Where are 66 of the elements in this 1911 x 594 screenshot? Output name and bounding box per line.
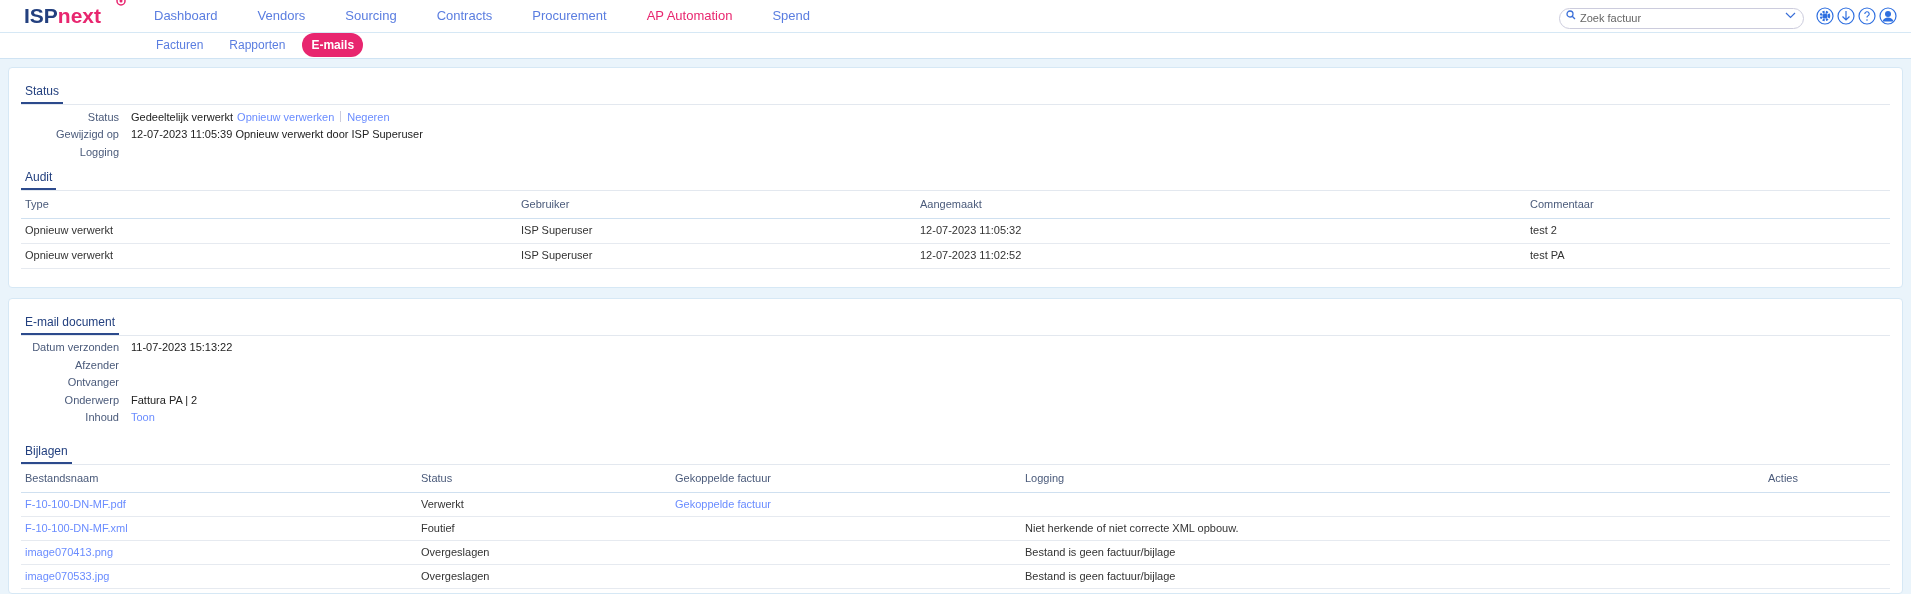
table-cell-text: test 2 bbox=[1529, 223, 1558, 239]
column-header: Logging bbox=[1024, 471, 1066, 487]
user-icon[interactable] bbox=[1879, 6, 1897, 25]
column-header: Status bbox=[420, 471, 454, 487]
nav-tab[interactable]: Vendors bbox=[257, 6, 306, 26]
table-cell-text: 12-07-2023 11:05:32 bbox=[919, 223, 1023, 239]
table-cell-text: Niet herkende of niet correcte XML opbouw. bbox=[1024, 522, 1240, 535]
field-label: Gewijzigd op bbox=[56, 127, 119, 142]
table-cell-text: ISP Superuser bbox=[520, 223, 594, 239]
table-cell-text: ISP Superuser bbox=[520, 248, 594, 264]
field-label: Inhoud bbox=[85, 410, 119, 425]
column-header: Aangemaakt bbox=[919, 196, 983, 212]
table-cell-text: Bestand is geen factuur/bijlage bbox=[1024, 546, 1177, 559]
action-link[interactable]: Opnieuw verwerken bbox=[237, 108, 335, 125]
nav-tab[interactable]: Contracts bbox=[436, 6, 493, 26]
field-label: Onderwerp bbox=[64, 392, 119, 408]
field-value: 12-07-2023 11:05:39 Opnieuw verwerkt door ISP Superuser bbox=[131, 127, 423, 142]
subnav-tab[interactable]: E-mails bbox=[302, 33, 364, 58]
invoice-link[interactable]: Gekoppelde factuur bbox=[671, 498, 775, 511]
table-cell-text: 12-07-2023 11:02:52 bbox=[919, 248, 1023, 264]
nav-tab[interactable]: Procurement bbox=[532, 6, 607, 26]
help-icon[interactable] bbox=[1858, 6, 1876, 25]
table-cell-text: Overgeslagen bbox=[420, 569, 491, 585]
subnav-tab[interactable]: Rapporten bbox=[220, 33, 295, 58]
table-cell-text: Opnieuw verwerkt bbox=[24, 223, 115, 239]
field-value: 11-07-2023 15:13:22 bbox=[131, 340, 233, 355]
search-icon bbox=[1566, 10, 1576, 21]
table-cell-text: Bestand is geen factuur/bijlage bbox=[1024, 570, 1177, 583]
chevron-down-icon bbox=[1785, 12, 1796, 20]
show-link[interactable]: Toon bbox=[131, 409, 155, 426]
nav-tab[interactable]: Dashboard bbox=[154, 6, 218, 26]
section-title: E-mail document bbox=[21, 312, 120, 335]
field-label: Datum verzonden bbox=[32, 340, 119, 355]
logo: ISPnext bbox=[24, 0, 154, 32]
column-header: Commentaar bbox=[1529, 196, 1595, 212]
column-header: Bestandsnaam bbox=[24, 471, 100, 487]
field-label: Ontvanger bbox=[67, 375, 119, 390]
file-link[interactable]: image070533.jpg bbox=[21, 568, 114, 585]
field-value: Gedeeltelijk verwerkt bbox=[131, 109, 234, 125]
download-icon[interactable] bbox=[1837, 6, 1855, 25]
search-field[interactable]: Zoek factuur bbox=[1559, 7, 1804, 29]
table-cell-text: test PA bbox=[1529, 248, 1566, 264]
nav-tab[interactable]: AP Automation bbox=[646, 6, 733, 26]
subnav-tab[interactable]: Facturen bbox=[147, 33, 213, 58]
column-header: Gekoppelde factuur bbox=[674, 471, 772, 487]
table-cell-text: Verwerkt bbox=[420, 497, 465, 513]
settings-icon[interactable] bbox=[1816, 6, 1834, 25]
column-header: Acties bbox=[1767, 471, 1799, 487]
field-label: Logging bbox=[79, 144, 119, 160]
column-header: Gebruiker bbox=[520, 196, 571, 212]
table-cell-text: Foutief bbox=[420, 521, 456, 537]
column-header: Type bbox=[24, 196, 50, 212]
field-label: Afzender bbox=[74, 357, 119, 373]
action-link[interactable]: Negeren bbox=[347, 108, 390, 125]
table-cell-text: Opnieuw verwerkt bbox=[24, 248, 115, 264]
section-title: Bijlagen bbox=[21, 442, 72, 464]
table-cell-text: Overgeslagen bbox=[420, 545, 491, 561]
file-link[interactable]: F-10-100-DN-MF.pdf bbox=[21, 496, 130, 513]
section-title: Audit bbox=[21, 167, 57, 190]
file-link[interactable]: image070413.png bbox=[21, 544, 118, 561]
field-value: Fattura PA | 2 bbox=[131, 392, 198, 408]
section-title: Status bbox=[21, 82, 64, 104]
file-link[interactable]: F-10-100-DN-MF.xml bbox=[21, 520, 132, 537]
nav-tab[interactable]: Sourcing bbox=[345, 6, 397, 26]
nav-tab[interactable]: Spend bbox=[772, 6, 811, 26]
field-label: Status bbox=[87, 109, 119, 125]
